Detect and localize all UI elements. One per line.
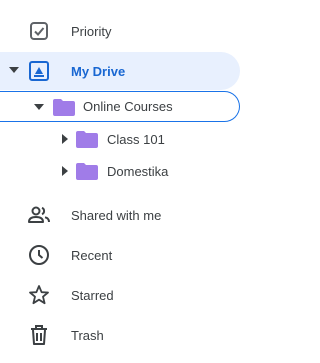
sidebar-item-label: My Drive	[71, 63, 126, 79]
folder-label: Class 101	[107, 131, 165, 147]
sidebar-item-starred[interactable]: Starred	[0, 280, 253, 310]
sidebar-item-trash[interactable]: Trash	[0, 320, 253, 350]
people-icon	[27, 203, 51, 227]
folder-label: Domestika	[107, 163, 169, 179]
sidebar-item-label: Priority	[71, 23, 112, 39]
expand-arrow-right-icon[interactable]	[61, 134, 68, 144]
sidebar-item-priority[interactable]: Priority	[0, 16, 253, 46]
priority-checkbox-icon	[29, 21, 49, 41]
sidebar-item-label: Recent	[71, 247, 113, 263]
sidebar-item-label: Starred	[71, 287, 114, 303]
sidebar-item-recent[interactable]: Recent	[0, 240, 253, 270]
trash-icon	[27, 323, 51, 347]
folder-icon	[76, 131, 98, 148]
sidebar-item-shared-with-me[interactable]: Shared with me	[0, 200, 253, 230]
folder-item-online-courses[interactable]: Online Courses	[0, 91, 240, 122]
folder-icon	[76, 163, 98, 180]
clock-icon	[27, 243, 51, 267]
sidebar-item-label: Trash	[71, 327, 104, 343]
expand-arrow-right-icon[interactable]	[61, 166, 68, 176]
sidebar-item-my-drive[interactable]: My Drive	[0, 52, 240, 90]
sidebar-item-label: Shared with me	[71, 207, 162, 223]
star-icon	[27, 283, 51, 307]
expand-arrow-down-icon[interactable]	[34, 103, 44, 111]
folder-icon	[53, 99, 75, 116]
folder-label: Online Courses	[83, 99, 173, 114]
expand-arrow-down-icon[interactable]	[9, 66, 19, 74]
folder-item-class-101[interactable]: Class 101	[0, 125, 240, 153]
drive-icon	[29, 61, 49, 81]
folder-item-domestika[interactable]: Domestika	[0, 157, 240, 185]
sidebar-nav: Priority My Drive Online Courses Class 1…	[0, 0, 253, 363]
